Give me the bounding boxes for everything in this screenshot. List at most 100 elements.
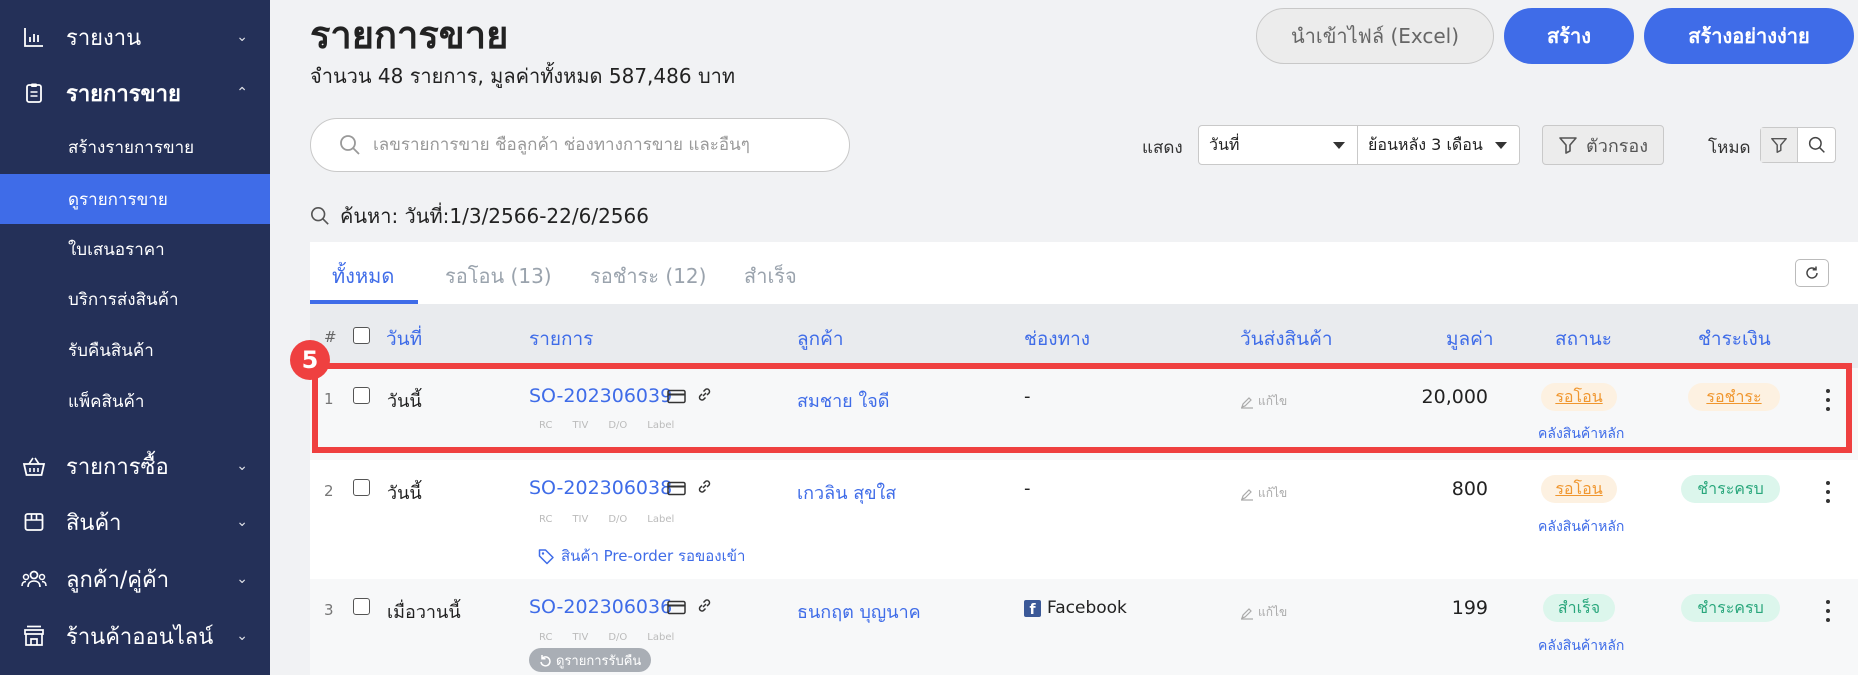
status-badge[interactable]: สำเร็จ	[1543, 594, 1615, 622]
column-header-payment[interactable]: ชำระเงิน	[1698, 324, 1771, 354]
sidebar-subitem-shipping[interactable]: บริการส่งสินค้า	[0, 274, 270, 324]
warehouse-link[interactable]: คลังสินค้าหลัก	[1538, 423, 1624, 445]
tag-tiv[interactable]: TIV	[572, 632, 588, 643]
tag-tiv[interactable]: TIV	[572, 514, 588, 525]
table-row[interactable]: 3 เมื่อวานนี้ SO-202306036 RC TIV D/O La…	[310, 579, 1858, 675]
tutorial-step-badge: 5	[290, 340, 330, 380]
create-button[interactable]: สร้าง	[1504, 8, 1634, 64]
chevron-down-icon: ⌄	[236, 29, 248, 45]
tag-do[interactable]: D/O	[608, 514, 627, 525]
warehouse-link[interactable]: คลังสินค้าหลัก	[1538, 635, 1624, 657]
channel-value: f Facebook	[1024, 598, 1127, 618]
edit-label: แก้ไข	[1258, 605, 1288, 619]
edit-ship-date[interactable]: แก้ไข	[1240, 392, 1287, 411]
edit-ship-date[interactable]: แก้ไข	[1240, 484, 1287, 503]
credit-card-icon[interactable]	[667, 599, 686, 620]
customer-link[interactable]: สมชาย ใจดี	[797, 386, 889, 415]
sidebar-item-products[interactable]: สินค้า ⌄	[0, 494, 270, 550]
customer-link[interactable]: ธนกฤต บุญนาค	[797, 597, 921, 626]
sidebar-item-sales[interactable]: รายการขาย ⌃	[0, 65, 270, 121]
order-number-link[interactable]: SO-202306036	[529, 596, 672, 618]
channel-label: Facebook	[1047, 598, 1127, 618]
sidebar-item-contacts[interactable]: ลูกค้า/คู่ค้า ⌄	[0, 551, 270, 607]
link-icon[interactable]	[696, 597, 713, 619]
column-header-amount[interactable]: มูลค่า	[1446, 324, 1494, 354]
funnel-icon	[1559, 137, 1577, 154]
tag-rc[interactable]: RC	[539, 632, 552, 643]
channel-value: -	[1024, 386, 1031, 407]
table-row[interactable]: 2 วันนี้ SO-202306038 RC TIV D/O Label ส…	[310, 460, 1858, 579]
tag-do[interactable]: D/O	[608, 420, 627, 431]
preorder-notice[interactable]: สินค้า Pre-order รอของเข้า	[538, 544, 745, 568]
table-row[interactable]: 1 วันนี้ SO-202306039 RC TIV D/O Label ส…	[310, 368, 1858, 460]
row-menu-icon[interactable]	[1822, 481, 1834, 503]
row-checkbox[interactable]	[353, 387, 370, 404]
column-header-status[interactable]: สถานะ	[1555, 324, 1612, 354]
tag-do[interactable]: D/O	[608, 632, 627, 643]
payment-badge[interactable]: ชำระครบ	[1681, 475, 1780, 503]
sidebar-subitem-view-sales[interactable]: ดูรายการขาย	[0, 174, 270, 224]
date-field-value: วันที่	[1209, 134, 1240, 154]
customer-link[interactable]: เกวลิน สุขใส	[797, 478, 896, 507]
refresh-button[interactable]	[1795, 259, 1829, 287]
chevron-up-icon: ⌃	[236, 85, 248, 101]
payment-badge[interactable]: ชำระครบ	[1681, 594, 1780, 622]
row-menu-icon[interactable]	[1822, 600, 1834, 622]
column-header-ship-date[interactable]: วันส่งสินค้า	[1240, 324, 1333, 354]
date-field-select[interactable]: วันที่	[1198, 125, 1358, 165]
order-number-link[interactable]: SO-202306038	[529, 477, 672, 499]
order-number-link[interactable]: SO-202306039	[529, 385, 672, 407]
sidebar-item-online-store[interactable]: ร้านค้าออนไลน์ ⌄	[0, 608, 270, 664]
select-all-checkbox[interactable]	[353, 327, 370, 344]
facebook-icon: f	[1024, 599, 1041, 617]
row-checkbox[interactable]	[353, 479, 370, 496]
tab-awaiting-payment[interactable]: รอชำระ (12)	[590, 260, 706, 292]
status-badge[interactable]: รอโอน	[1541, 475, 1617, 503]
tag-tiv[interactable]: TIV	[572, 420, 588, 431]
edit-label: แก้ไข	[1258, 486, 1288, 500]
sidebar-subitem-quotation[interactable]: ใบเสนอราคา	[0, 224, 270, 274]
view-returns-chip[interactable]: ดูรายการรับคืน	[529, 648, 652, 672]
payment-badge[interactable]: รอชำระ	[1688, 383, 1780, 411]
funnel-icon	[1771, 137, 1787, 153]
import-excel-button[interactable]: นำเข้าไฟล์ (Excel)	[1256, 8, 1494, 64]
sidebar-subitem-packing[interactable]: แพ็คสินค้า	[0, 376, 270, 426]
edit-ship-date[interactable]: แก้ไข	[1240, 603, 1287, 622]
tab-awaiting-transfer[interactable]: รอโอน (13)	[445, 260, 552, 292]
show-label: แสดง	[1142, 138, 1183, 158]
column-header-customer[interactable]: ลูกค้า	[797, 324, 844, 354]
sidebar-item-reports[interactable]: รายงาน ⌄	[0, 9, 270, 65]
tag-rc[interactable]: RC	[539, 420, 552, 431]
row-menu-icon[interactable]	[1822, 389, 1834, 411]
tag-rc[interactable]: RC	[539, 514, 552, 525]
tab-completed[interactable]: สำเร็จ	[744, 260, 797, 292]
sidebar-subitem-label: ดูรายการขาย	[68, 189, 168, 210]
credit-card-icon[interactable]	[667, 480, 686, 501]
simple-create-button[interactable]: สร้างอย่างง่าย	[1644, 8, 1854, 64]
tag-label[interactable]: Label	[647, 514, 674, 525]
clipboard-icon	[20, 79, 48, 107]
status-badge[interactable]: รอโอน	[1541, 383, 1617, 411]
sidebar-subitem-returns[interactable]: รับคืนสินค้า	[0, 325, 270, 375]
link-icon[interactable]	[696, 386, 713, 408]
column-header-date[interactable]: วันที่	[386, 324, 422, 354]
link-icon[interactable]	[696, 478, 713, 500]
tab-all[interactable]: ทั้งหมด	[332, 260, 394, 292]
credit-card-icon[interactable]	[667, 388, 686, 409]
warehouse-link[interactable]: คลังสินค้าหลัก	[1538, 516, 1624, 538]
column-header-order[interactable]: รายการ	[529, 324, 593, 354]
order-amount: 800	[1451, 478, 1488, 500]
date-range-select[interactable]: ย้อนหลัง 3 เดือน	[1357, 125, 1520, 165]
tag-label[interactable]: Label	[647, 632, 674, 643]
chevron-down-icon: ⌄	[236, 458, 248, 474]
filter-mode-button[interactable]	[1761, 128, 1799, 162]
filter-button[interactable]: ตัวกรอง	[1542, 125, 1664, 165]
search-input[interactable]	[373, 135, 813, 155]
tag-label[interactable]: Label	[647, 420, 674, 431]
search-mode-button[interactable]	[1798, 128, 1835, 162]
sidebar-subitem-label: ใบเสนอราคา	[68, 239, 165, 260]
sidebar-subitem-create-sale[interactable]: สร้างรายการขาย	[0, 122, 270, 172]
row-checkbox[interactable]	[353, 598, 370, 615]
sidebar-item-purchases[interactable]: รายการซื้อ ⌄	[0, 438, 270, 494]
column-header-channel[interactable]: ช่องทาง	[1024, 324, 1090, 354]
